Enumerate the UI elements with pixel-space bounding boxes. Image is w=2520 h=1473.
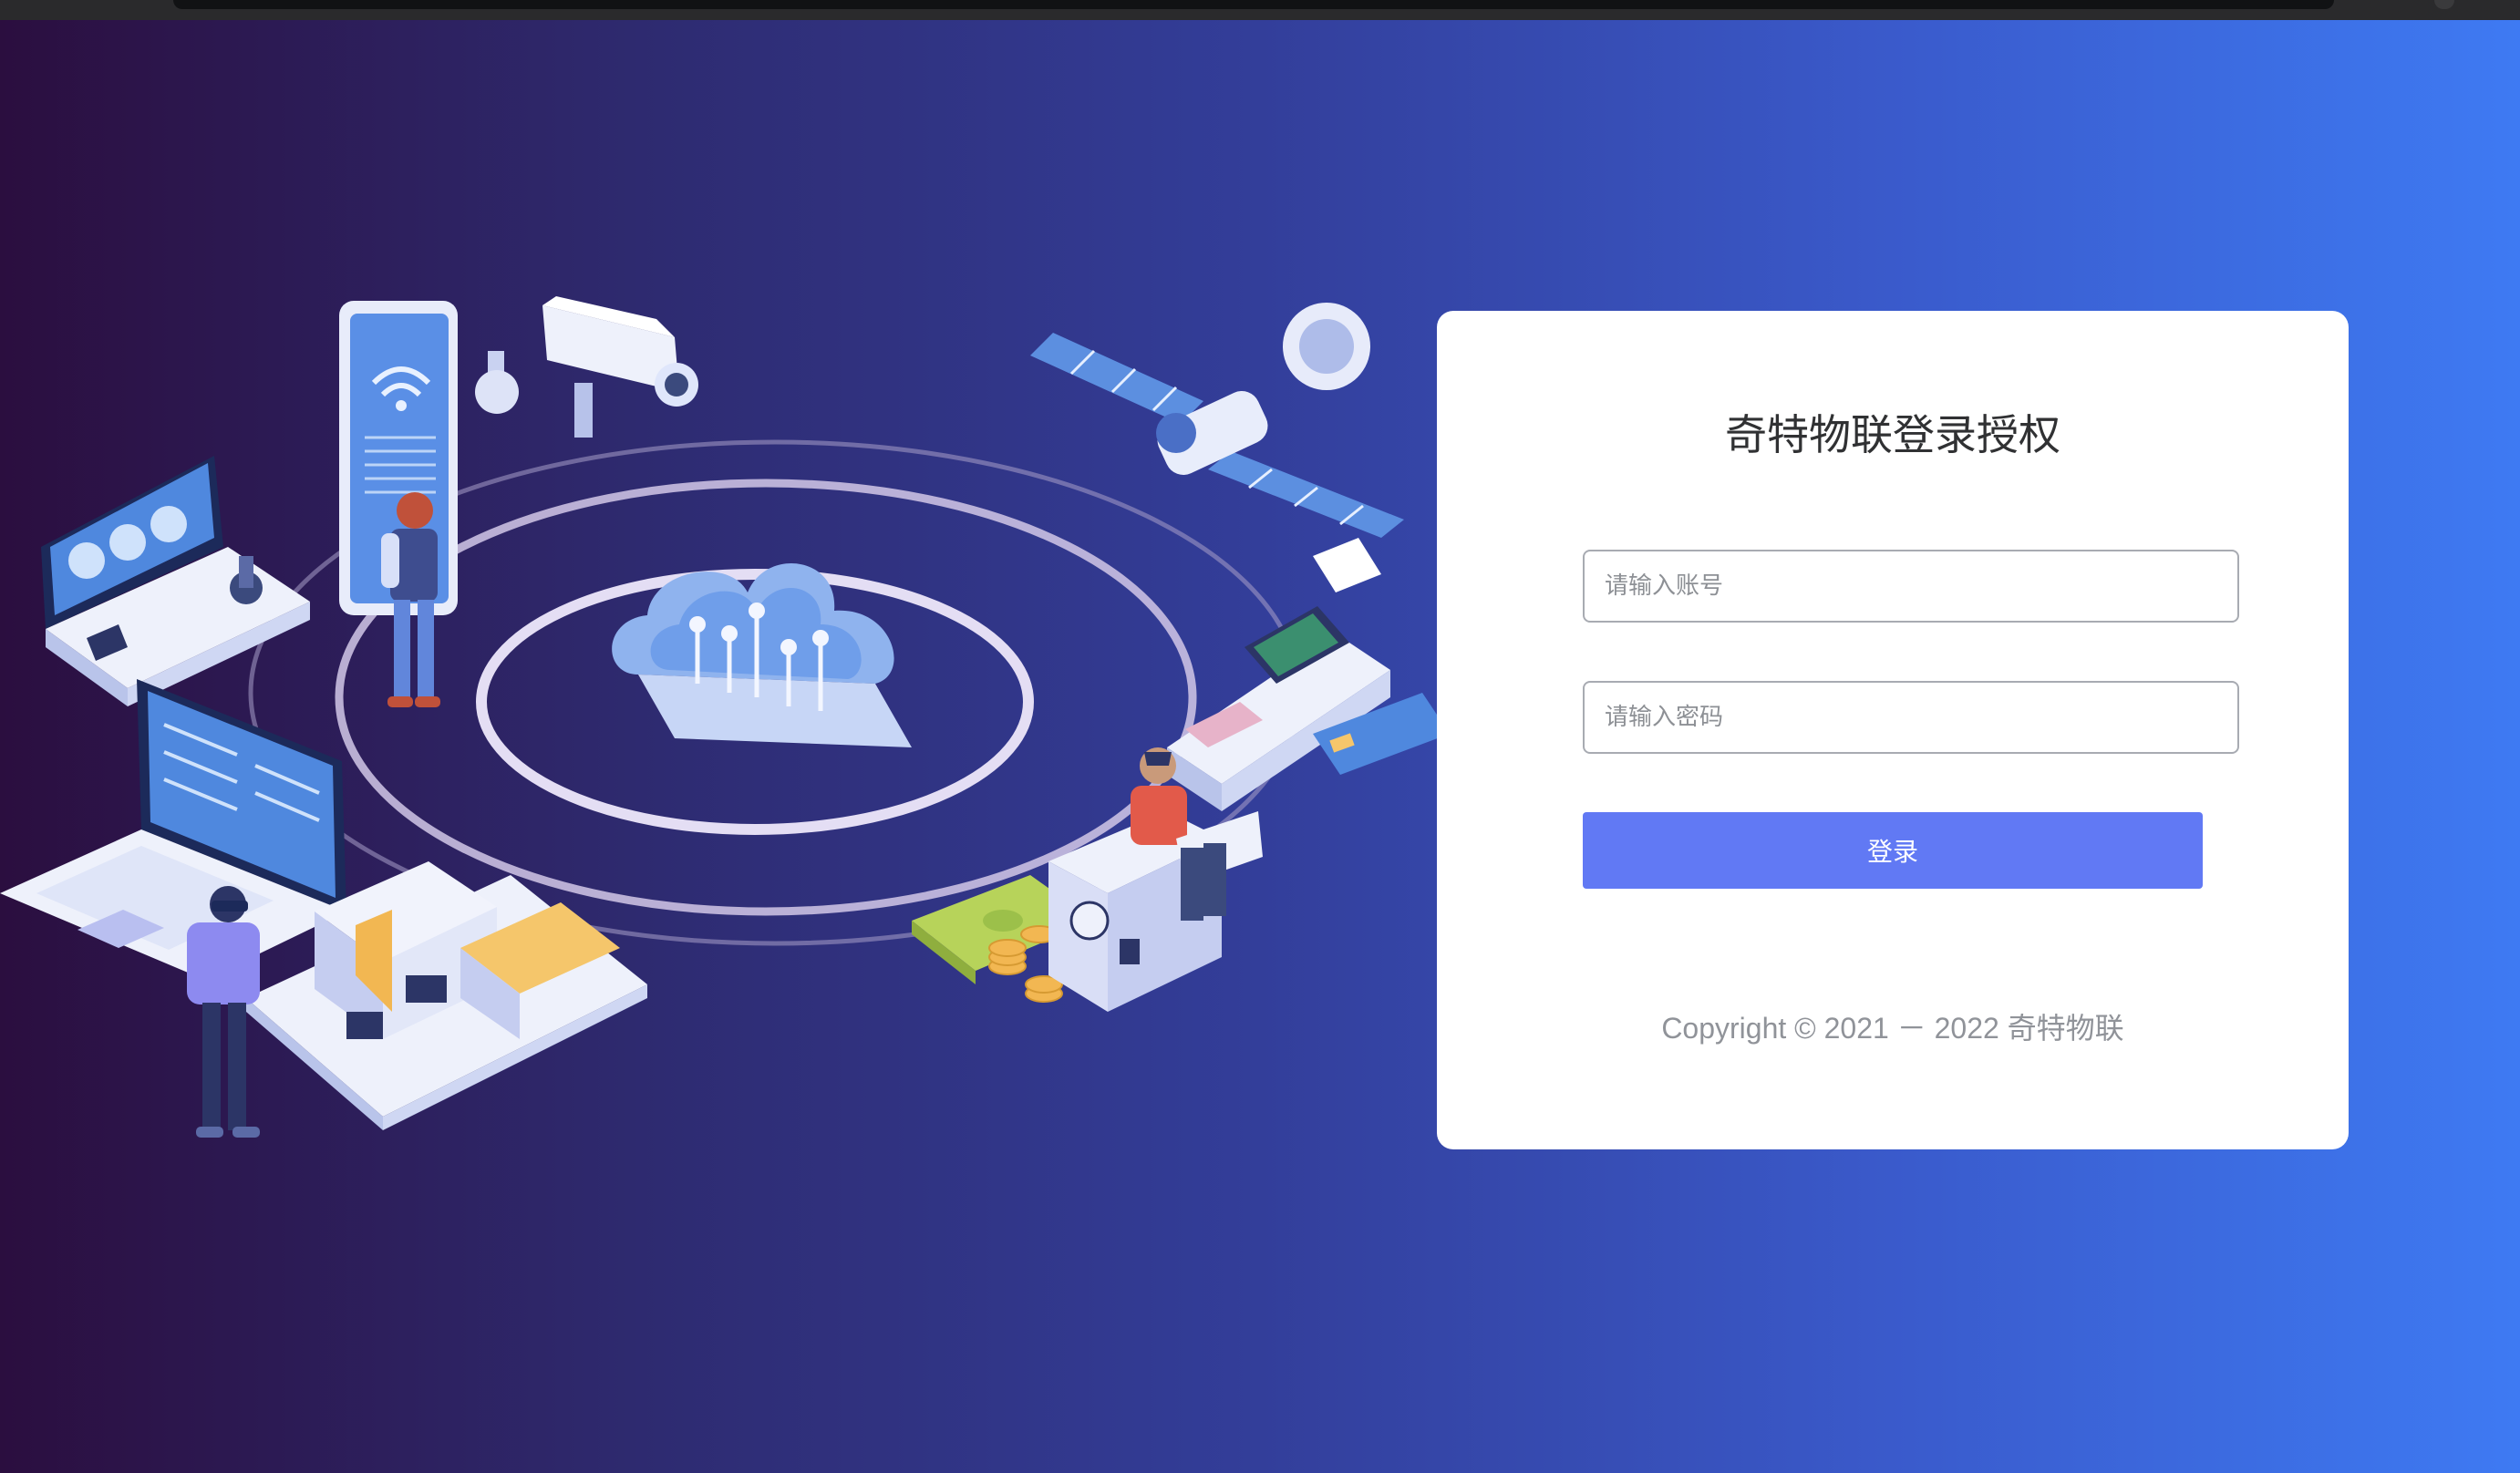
copyright-text: Copyright © 2021 － 2022 奇特物联 [1661, 1012, 2124, 1045]
address-bar-edge [173, 0, 2334, 9]
account-field [1583, 550, 2239, 623]
password-input[interactable] [1585, 683, 2237, 752]
login-button[interactable]: 登录 [1583, 812, 2203, 889]
login-card: 奇特物联登录授权 登录 Copyright © 2021 － 2022 奇特物联 [1437, 311, 2349, 1149]
iot-illustration [0, 255, 1459, 1149]
laptop-icon [0, 679, 346, 980]
password-field [1583, 681, 2239, 754]
login-title: 奇特物联登录授权 [1725, 410, 2060, 459]
satellite-icon [1030, 303, 1404, 538]
account-input[interactable] [1585, 551, 2237, 621]
security-camera-icon [475, 296, 698, 438]
browser-control-edge [2434, 0, 2454, 9]
browser-top-edge [0, 0, 2520, 20]
game-console-icon [41, 456, 310, 706]
pos-terminal-icon [1167, 538, 1390, 811]
